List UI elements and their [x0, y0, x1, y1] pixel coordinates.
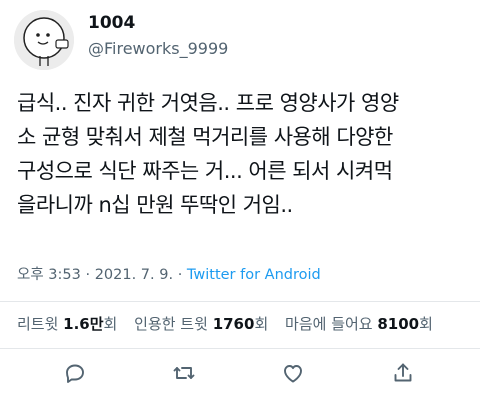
- avatar[interactable]: [14, 10, 74, 70]
- likes-stat[interactable]: 마음에 들어요 8100회: [285, 315, 433, 333]
- tweet-stats: 리트윗 1.6만회 인용한 트윗 1760회 마음에 들어요 8100회: [17, 312, 445, 336]
- meta-separator: ·: [80, 267, 95, 283]
- divider: [0, 348, 480, 349]
- like-icon: [284, 365, 302, 383]
- likes-count: 8100: [377, 315, 420, 333]
- meta-separator: ·: [173, 267, 187, 283]
- user-handle[interactable]: @Fireworks_9999: [88, 38, 228, 60]
- likes-suffix: 회: [419, 315, 433, 333]
- quotes-label: 인용한 트윗: [134, 315, 213, 333]
- tweet-meta: 오후 3:53 · 2021. 7. 9. · Twitter for Andr…: [17, 264, 321, 286]
- tweet-date[interactable]: 2021. 7. 9.: [95, 267, 173, 283]
- tweet-time[interactable]: 오후 3:53: [17, 267, 81, 283]
- retweet-icon: [173, 367, 195, 379]
- tweet-text-line: 을라니까 n십 만원 뚜딱인 거임..: [17, 193, 293, 217]
- tweet-client-link[interactable]: Twitter for Android: [187, 267, 321, 283]
- retweets-suffix: 회: [103, 315, 118, 333]
- share-icon: [394, 363, 412, 382]
- likes-label: 마음에 들어요: [285, 315, 378, 333]
- quotes-suffix: 회: [254, 315, 269, 333]
- tweet-text-line: 소 균형 맞춰서 제철 먹거리를 사용해 다양한: [17, 125, 393, 149]
- retweets-label: 리트윗: [17, 315, 64, 333]
- tweet-text-line: 급식.. 진자 귀한 거엿음.. 프로 영양사가 영양: [17, 91, 399, 115]
- reply-button[interactable]: [60, 358, 90, 388]
- quotes-count: 1760: [212, 315, 255, 333]
- tweet-text: 급식.. 진자 귀한 거엿음.. 프로 영양사가 영양소 균형 맞춰서 제철 먹…: [17, 86, 469, 222]
- retweet-button[interactable]: [169, 358, 199, 388]
- display-name[interactable]: 1004: [88, 12, 135, 34]
- like-button[interactable]: [278, 358, 308, 388]
- quote-tweets-stat[interactable]: 인용한 트윗 1760회: [134, 315, 268, 333]
- retweets-stat[interactable]: 리트윗 1.6만회: [17, 315, 117, 333]
- retweets-count: 1.6만: [63, 315, 104, 333]
- divider: [0, 301, 480, 302]
- cartoon-character-avatar-icon: [14, 10, 74, 70]
- action-bar: [0, 356, 480, 390]
- reply-icon: [66, 364, 84, 383]
- share-button[interactable]: [388, 358, 418, 388]
- tweet-text-line: 구성으로 식단 짜주는 거... 어른 되서 시켜먹: [17, 159, 393, 183]
